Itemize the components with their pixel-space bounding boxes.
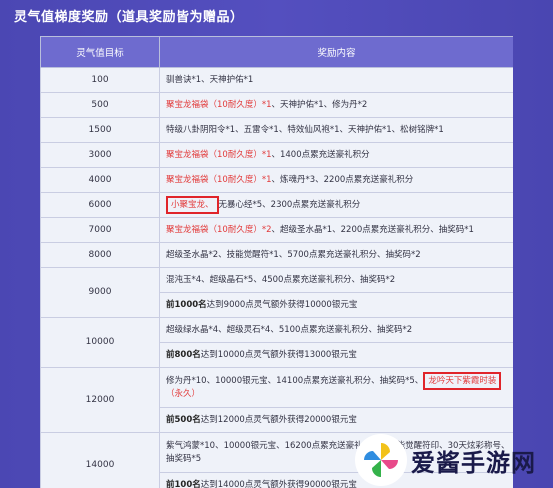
reward-boxed-text: 龙吟天下紫霞时装 bbox=[423, 371, 502, 390]
reward-cell: 前1000名达到9000点灵气额外获得10000银元宝 bbox=[159, 292, 513, 318]
reward-text: 驯兽诀*1、天神护佑*1 bbox=[166, 74, 254, 85]
page-title: 灵气值梯度奖励（道具奖励皆为赠品） bbox=[14, 10, 244, 25]
reward-cell: 驯兽诀*1、天神护佑*1 bbox=[159, 67, 513, 93]
table-row: 500 聚宝龙福袋（10耐久度）*1、天神护佑*1、修为丹*2 bbox=[40, 92, 513, 118]
table-row: 1500 特级八卦阴阳令*1、五雷令*1、特效仙风袍*1、天神护佑*1、松树铭牌… bbox=[40, 117, 513, 143]
pinwheel-logo-icon bbox=[355, 434, 407, 486]
table-row: 10000 超级绿水晶*4、超级灵石*4、5100点累充送豪礼积分、抽奖码*2 bbox=[40, 317, 513, 368]
reward-text: 达到14000点灵气额外获得90000银元宝 bbox=[200, 479, 357, 488]
reward-highlight-text: 聚宝龙福袋（10耐久度）*1 bbox=[166, 99, 272, 110]
reward-table-container: 灵气值目标 奖励内容 100 驯兽诀*1、天神护佑*1 500 聚宝龙福袋（10… bbox=[40, 36, 513, 488]
column-header-reward: 奖励内容 bbox=[159, 36, 513, 68]
reward-text: 达到9000点灵气额外获得10000银元宝 bbox=[206, 299, 358, 310]
table-header-row: 灵气值目标 奖励内容 bbox=[40, 36, 513, 68]
reward-text: 达到12000点灵气额外获得20000银元宝 bbox=[200, 414, 357, 425]
target-cell: 9000 bbox=[40, 267, 160, 318]
reward-boxed-text: 小聚宝龙、 bbox=[166, 195, 219, 214]
target-cell: 8000 bbox=[40, 242, 160, 268]
reward-highlight-text: （永久） bbox=[166, 388, 201, 399]
target-cell: 500 bbox=[40, 92, 160, 118]
reward-text: 、炼魂丹*3、2200点累充送豪礼积分 bbox=[271, 174, 414, 185]
target-cell: 4000 bbox=[40, 167, 160, 193]
table-row: 7000 聚宝龙福袋（10耐久度）*2、超级圣水晶*1、2200点累充送豪礼积分… bbox=[40, 217, 513, 243]
table-row: 4000 聚宝龙福袋（10耐久度）*1、炼魂丹*3、2200点累充送豪礼积分 bbox=[40, 167, 513, 193]
target-cell: 1500 bbox=[40, 117, 160, 143]
reward-cell: 超级绿水晶*4、超级灵石*4、5100点累充送豪礼积分、抽奖码*2 bbox=[159, 317, 513, 343]
reward-cell: 超级圣水晶*2、技能觉醒符*1、5700点累充送豪礼积分、抽奖码*2 bbox=[159, 242, 513, 268]
target-cell: 7000 bbox=[40, 217, 160, 243]
target-cell: 12000 bbox=[40, 367, 160, 433]
reward-text: 、超级圣水晶*1、2200点累充送豪礼积分、抽奖码*1 bbox=[271, 224, 474, 235]
watermark-text: 爱酱手游网 bbox=[411, 448, 536, 477]
reward-highlight-text: 聚宝龙福袋（10耐久度）*1 bbox=[166, 149, 272, 160]
reward-cell: 修为丹*10、10000银元宝、14100点累充送豪礼积分、抽奖码*5、 龙吟天下… bbox=[159, 367, 513, 408]
reward-text: 、天神护佑*1、修为丹*2 bbox=[271, 99, 368, 110]
rank-bonus-label: 前500名 bbox=[166, 414, 201, 425]
reward-text: 达到10000点灵气额外获得13000银元宝 bbox=[200, 349, 357, 360]
table-row: 100 驯兽诀*1、天神护佑*1 bbox=[40, 67, 513, 93]
reward-table: 灵气值目标 奖励内容 100 驯兽诀*1、天神护佑*1 500 聚宝龙福袋（10… bbox=[40, 36, 513, 488]
reward-cell: 前800名达到10000点灵气额外获得13000银元宝 bbox=[159, 342, 513, 368]
reward-text: 、1400点累充送豪礼积分 bbox=[271, 149, 370, 160]
rank-bonus-label: 前1000名 bbox=[166, 299, 207, 310]
target-cell: 10000 bbox=[40, 317, 160, 368]
reward-cell: 聚宝龙福袋（10耐久度）*1、天神护佑*1、修为丹*2 bbox=[159, 92, 513, 118]
reward-highlight-text: 聚宝龙福袋（10耐久度）*1 bbox=[166, 174, 272, 185]
reward-cell: 特级八卦阴阳令*1、五雷令*1、特效仙风袍*1、天神护佑*1、松树铭牌*1 bbox=[159, 117, 513, 143]
reward-highlight-text: 聚宝龙福袋（10耐久度）*2 bbox=[166, 224, 272, 235]
reward-cell: 小聚宝龙、 无暴心经*5、2300点累充送豪礼积分 bbox=[159, 192, 513, 218]
rank-bonus-label: 前800名 bbox=[166, 349, 201, 360]
reward-text: 修为丹*10、10000银元宝、14100点累充送豪礼积分、抽奖码*5、 bbox=[166, 375, 424, 386]
target-cell: 100 bbox=[40, 67, 160, 93]
reward-cell: 聚宝龙福袋（10耐久度）*1、1400点累充送豪礼积分 bbox=[159, 142, 513, 168]
reward-text: 特级八卦阴阳令*1、五雷令*1、特效仙风袍*1、天神护佑*1、松树铭牌*1 bbox=[166, 124, 444, 135]
table-row: 6000 小聚宝龙、 无暴心经*5、2300点累充送豪礼积分 bbox=[40, 192, 513, 218]
reward-cell: 聚宝龙福袋（10耐久度）*1、炼魂丹*3、2200点累充送豪礼积分 bbox=[159, 167, 513, 193]
table-row: 12000 修为丹*10、10000银元宝、14100点累充送豪礼积分、抽奖码*… bbox=[40, 367, 513, 433]
reward-cell: 前500名达到12000点灵气额外获得20000银元宝 bbox=[159, 407, 513, 433]
reward-cell: 混沌玉*4、超级晶石*5、4500点累充送豪礼积分、抽奖码*2 bbox=[159, 267, 513, 293]
reward-text: 无暴心经*5、2300点累充送豪礼积分 bbox=[218, 199, 361, 210]
target-cell: 6000 bbox=[40, 192, 160, 218]
rank-bonus-label: 前100名 bbox=[166, 479, 201, 488]
reward-text: 混沌玉*4、超级晶石*5、4500点累充送豪礼积分、抽奖码*2 bbox=[166, 274, 396, 285]
watermark-logo: 爱酱手游网 bbox=[355, 432, 551, 488]
target-cell: 14000 bbox=[40, 432, 160, 488]
table-row: 9000 混沌玉*4、超级晶石*5、4500点累充送豪礼积分、抽奖码*2 bbox=[40, 267, 513, 318]
table-row: 8000 超级圣水晶*2、技能觉醒符*1、5700点累充送豪礼积分、抽奖码*2 bbox=[40, 242, 513, 268]
column-header-target: 灵气值目标 bbox=[40, 36, 160, 68]
reward-text: 超级圣水晶*2、技能觉醒符*1、5700点累充送豪礼积分、抽奖码*2 bbox=[166, 249, 421, 260]
table-row: 3000 聚宝龙福袋（10耐久度）*1、1400点累充送豪礼积分 bbox=[40, 142, 513, 168]
reward-cell: 聚宝龙福袋（10耐久度）*2、超级圣水晶*1、2200点累充送豪礼积分、抽奖码*… bbox=[159, 217, 513, 243]
target-cell: 3000 bbox=[40, 142, 160, 168]
reward-text: 超级绿水晶*4、超级灵石*4、5100点累充送豪礼积分、抽奖码*2 bbox=[166, 324, 413, 335]
